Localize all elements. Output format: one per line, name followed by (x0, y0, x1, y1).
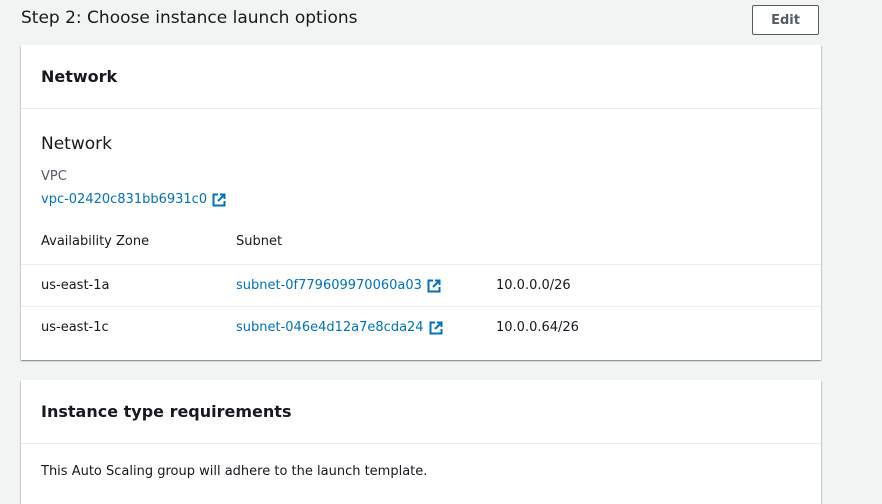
table-row: us-east-1c subnet-046e4d12a7e8cda24 10.0… (21, 306, 821, 348)
availability-zone-header: Availability Zone (41, 234, 150, 249)
instance-type-card: Instance type requirements This Auto Sca… (21, 380, 821, 504)
subnet-header: Subnet (236, 234, 283, 249)
external-link-icon (427, 279, 441, 293)
vpc-link[interactable]: vpc-02420c831bb6931c0 (41, 192, 226, 207)
instance-type-description: This Auto Scaling group will adhere to t… (41, 464, 428, 479)
availability-zone-cell: us-east-1c (41, 320, 109, 335)
subnet-link[interactable]: subnet-0f779609970060a03 (236, 278, 441, 293)
vpc-id-text: vpc-02420c831bb6931c0 (41, 192, 208, 207)
instance-type-card-header: Instance type requirements (21, 380, 821, 444)
availability-zone-cell: us-east-1a (41, 278, 110, 293)
step-title: Step 2: Choose instance launch options (21, 8, 358, 28)
vpc-label: VPC (41, 169, 67, 184)
cidr-cell: 10.0.0.64/26 (496, 320, 579, 335)
table-row: us-east-1a subnet-0f779609970060a03 10.0… (21, 264, 821, 306)
edit-button[interactable]: Edit (752, 5, 819, 35)
network-section-title: Network (41, 134, 112, 154)
subnet-link[interactable]: subnet-046e4d12a7e8cda24 (236, 320, 443, 335)
external-link-icon (429, 321, 443, 335)
network-card: Network Network VPC vpc-02420c831bb6931c… (21, 45, 821, 360)
external-link-icon (212, 193, 226, 207)
network-card-header: Network (21, 45, 821, 109)
subnet-id-text: subnet-0f779609970060a03 (236, 278, 422, 293)
cidr-cell: 10.0.0.0/26 (496, 278, 571, 293)
subnet-id-text: subnet-046e4d12a7e8cda24 (236, 320, 424, 335)
